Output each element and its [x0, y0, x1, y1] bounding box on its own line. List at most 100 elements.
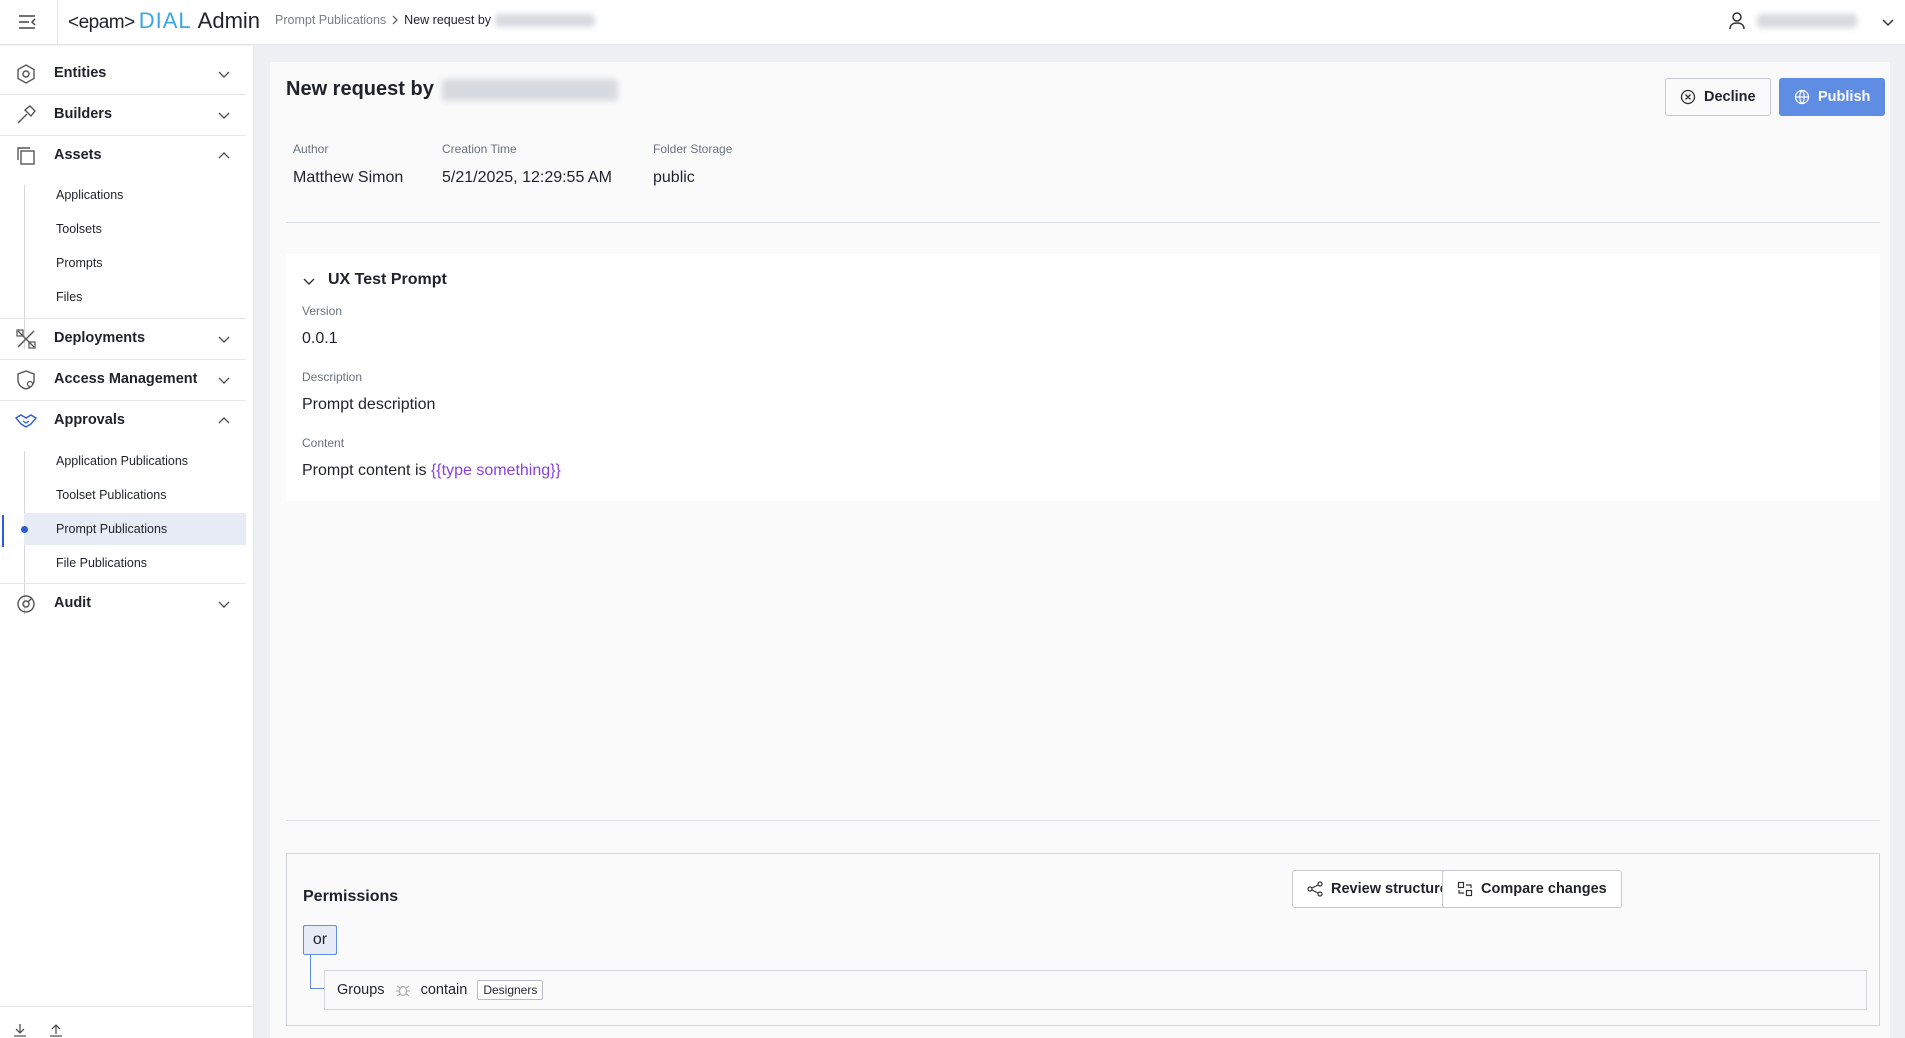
- content-value: Prompt content is {{type something}}: [302, 462, 561, 480]
- chevron-down-icon: [216, 107, 232, 123]
- permissions-panel: Permissions Review structure Compare cha…: [286, 853, 1880, 1026]
- breadcrumb: Prompt Publications New request by: [275, 13, 596, 27]
- creation-time-value: 5/21/2025, 12:29:55 AM: [442, 169, 612, 186]
- entities-icon: [15, 63, 37, 85]
- version-label: Version: [302, 304, 343, 318]
- download-icon[interactable]: [12, 1022, 28, 1038]
- sidebar-item-label: Toolset Publications: [56, 488, 167, 502]
- divider: [286, 222, 1880, 223]
- share-nodes-icon: [1307, 881, 1323, 897]
- sidebar-item-label: Toolsets: [56, 222, 102, 236]
- main-panel: New request by Decline Publish Author Ma…: [270, 62, 1890, 1038]
- description-value: Prompt description: [302, 396, 436, 413]
- sidebar-item-label: Application Publications: [56, 454, 189, 468]
- sidebar-item-prompt-publications[interactable]: Prompt Publications: [21, 513, 246, 545]
- folder-storage-label: Folder Storage: [653, 142, 733, 156]
- sidebar-section-approvals[interactable]: Approvals: [0, 400, 254, 440]
- logic-operator[interactable]: or: [303, 925, 337, 955]
- app-logo[interactable]: <epam> DIAL Admin: [68, 6, 260, 38]
- decline-label: Decline: [1704, 89, 1756, 105]
- chevron-down-icon: [216, 66, 232, 82]
- handshake-icon: [14, 410, 38, 432]
- rule-operator: contain: [420, 982, 468, 998]
- sidebar-item-label: Files: [56, 290, 83, 304]
- logo-divider: [57, 0, 58, 45]
- chevron-down-icon: [216, 596, 232, 612]
- divider: [286, 820, 1880, 821]
- menu-toggle-icon[interactable]: [16, 11, 38, 33]
- tree-connector: [310, 988, 324, 989]
- sidebar: Entities Builders Assets Applications To…: [0, 46, 254, 1038]
- creation-time-label: Creation Time: [442, 142, 517, 156]
- redacted-name: [441, 78, 618, 101]
- publish-label: Publish: [1818, 89, 1871, 105]
- sidebar-item-applications[interactable]: Applications: [24, 179, 246, 211]
- publish-button[interactable]: Publish: [1779, 78, 1886, 116]
- sidebar-section-label: Approvals: [54, 412, 125, 428]
- logo-dial: DIAL: [138, 8, 192, 33]
- redacted-name: [495, 13, 596, 27]
- chevron-down-icon: [216, 331, 232, 347]
- sidebar-section-entities[interactable]: Entities: [0, 53, 254, 93]
- sidebar-section-label: Entities: [54, 65, 107, 81]
- sidebar-section-label: Access Management: [54, 371, 198, 387]
- rule-field: Groups: [337, 982, 385, 998]
- page-title: New request by: [286, 78, 618, 101]
- sidebar-item-label: Prompts: [56, 256, 103, 270]
- redacted-username[interactable]: [1757, 14, 1857, 28]
- sidebar-item-files[interactable]: Files: [24, 281, 246, 313]
- sidebar-item-toolsets[interactable]: Toolsets: [24, 213, 246, 245]
- sidebar-item-application-publications[interactable]: Application Publications: [24, 445, 246, 477]
- sidebar-section-label: Deployments: [54, 330, 146, 346]
- chevron-up-icon: [216, 413, 232, 429]
- review-structure-label: Review structure: [1331, 881, 1448, 897]
- user-icon[interactable]: [1727, 10, 1747, 32]
- active-dot: [21, 526, 28, 533]
- sidebar-section-audit[interactable]: Audit: [0, 583, 254, 623]
- content-variable: {{type something}}: [430, 462, 561, 479]
- sidebar-section-deployments[interactable]: Deployments: [0, 318, 254, 358]
- sidebar-section-builders[interactable]: Builders: [0, 94, 254, 134]
- sidebar-section-access-management[interactable]: Access Management: [0, 359, 254, 399]
- permission-rule: Groups contain Designers: [324, 970, 1867, 1010]
- prompt-card: UX Test Prompt Version 0.0.1 Description…: [286, 254, 1880, 501]
- sidebar-item-file-publications[interactable]: File Publications: [24, 547, 246, 579]
- logo-admin: Admin: [197, 8, 261, 33]
- bug-icon: [395, 985, 410, 997]
- globe-icon: [1794, 89, 1810, 105]
- deployments-icon: [15, 328, 37, 350]
- breadcrumb-chevron-icon: [392, 15, 399, 25]
- upload-icon[interactable]: [48, 1022, 64, 1038]
- hammer-icon: [15, 104, 37, 126]
- description-label: Description: [302, 370, 363, 384]
- assets-icon: [15, 145, 37, 167]
- tree-connector: [310, 955, 311, 989]
- permissions-title: Permissions: [303, 888, 399, 905]
- breadcrumb-parent-link[interactable]: Prompt Publications: [275, 13, 386, 27]
- rule-value-tag: Designers: [477, 980, 544, 1000]
- sidebar-item-label: Applications: [56, 188, 124, 202]
- logic-operator-label: or: [312, 931, 328, 948]
- content-text: Prompt content is: [302, 462, 431, 479]
- shield-icon: [15, 369, 37, 391]
- user-menu-chevron-icon[interactable]: [1880, 14, 1896, 30]
- divider: [0, 1006, 254, 1007]
- author-value: Matthew Simon: [293, 169, 404, 186]
- sidebar-section-assets[interactable]: Assets: [0, 135, 254, 175]
- sidebar-item-label: Prompt Publications: [56, 522, 168, 536]
- compare-icon: [1457, 881, 1473, 897]
- sidebar-item-label: File Publications: [56, 556, 148, 570]
- active-indicator: [2, 515, 4, 547]
- prompt-title[interactable]: UX Test Prompt: [328, 271, 447, 289]
- compare-changes-button[interactable]: Compare changes: [1442, 870, 1622, 908]
- chevron-down-icon[interactable]: [302, 274, 316, 288]
- review-structure-button[interactable]: Review structure: [1292, 870, 1463, 908]
- sidebar-item-prompts[interactable]: Prompts: [24, 247, 246, 279]
- audit-icon: [15, 593, 37, 615]
- sidebar-section-label: Audit: [54, 595, 92, 611]
- sidebar-item-toolset-publications[interactable]: Toolset Publications: [24, 479, 246, 511]
- decline-button[interactable]: Decline: [1665, 78, 1771, 116]
- version-value: 0.0.1: [302, 330, 338, 347]
- sidebar-section-label: Assets: [54, 147, 102, 163]
- chevron-down-icon: [216, 372, 232, 388]
